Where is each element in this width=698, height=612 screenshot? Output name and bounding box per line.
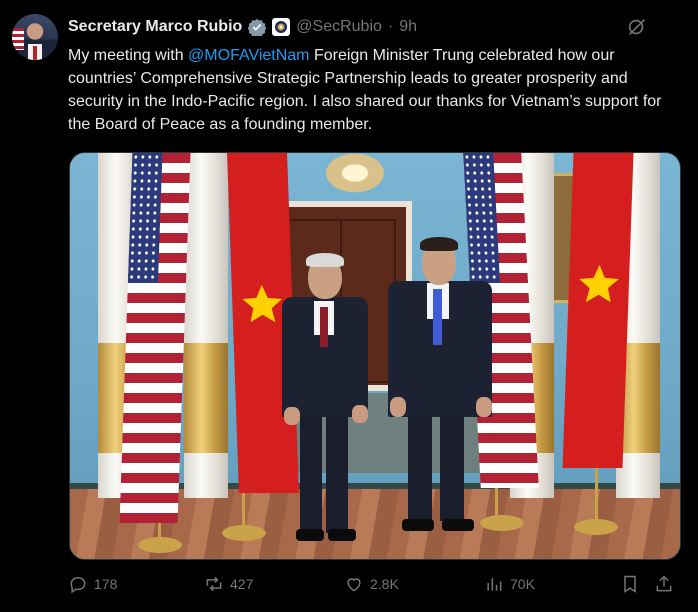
chandelier bbox=[310, 153, 400, 203]
reply-count: 178 bbox=[94, 576, 118, 592]
separator-dot: · bbox=[387, 18, 394, 35]
tweet-text: My meeting with @MOFAVietNam Foreign Min… bbox=[68, 44, 680, 136]
verified-badge-icon[interactable] bbox=[248, 18, 267, 36]
like-icon bbox=[347, 578, 361, 592]
tweet-photo[interactable] bbox=[69, 152, 681, 560]
reply-button[interactable]: 178 bbox=[68, 574, 117, 594]
views-icon bbox=[487, 578, 502, 591]
state-seal-icon bbox=[272, 18, 291, 36]
avatar[interactable] bbox=[12, 14, 58, 60]
repost-count: 427 bbox=[230, 576, 254, 592]
grok-icon[interactable] bbox=[626, 16, 648, 38]
column bbox=[184, 153, 228, 498]
vietnam-flag-right bbox=[562, 153, 634, 468]
author-handle[interactable]: @SecRubio bbox=[296, 18, 382, 36]
timestamp[interactable]: 9h bbox=[399, 18, 417, 36]
bookmark-icon bbox=[624, 575, 636, 593]
tweet-text-prefix: My meeting with bbox=[68, 47, 189, 64]
tweet-header: Secretary Marco Rubio @SecRubio · 9h bbox=[68, 16, 678, 38]
like-button[interactable]: 2.8K bbox=[344, 574, 399, 594]
action-bar: 178 427 2.8K 70K bbox=[68, 574, 682, 598]
mention-link[interactable]: @MOFAVietNam bbox=[188, 47, 309, 64]
reply-icon bbox=[70, 576, 86, 594]
author-name[interactable]: Secretary Marco Rubio bbox=[68, 18, 242, 36]
share-icon bbox=[656, 575, 672, 592]
repost-icon bbox=[206, 576, 222, 592]
views-count: 70K bbox=[510, 576, 535, 592]
like-count: 2.8K bbox=[370, 576, 399, 592]
bookmark-button[interactable] bbox=[620, 574, 640, 594]
repost-button[interactable]: 427 bbox=[204, 574, 253, 594]
share-button[interactable] bbox=[654, 574, 674, 594]
views-button[interactable]: 70K bbox=[484, 574, 535, 594]
